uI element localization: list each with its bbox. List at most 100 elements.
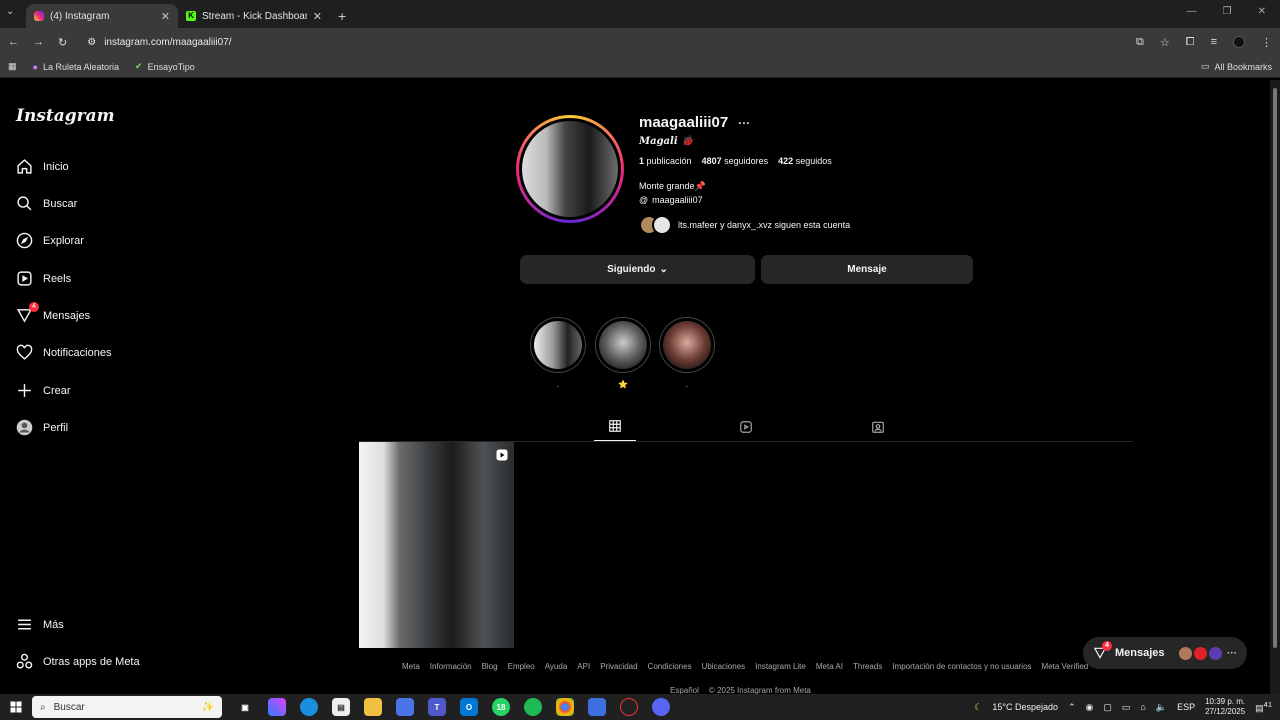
chrome-icon[interactable] xyxy=(556,698,574,716)
sidebar-item-inicio[interactable]: Inicio xyxy=(16,158,69,175)
footer-link[interactable]: API xyxy=(577,662,590,671)
volume-icon[interactable]: 🔈 xyxy=(1156,702,1167,713)
highlight-item[interactable] xyxy=(530,317,586,373)
notifications-icon[interactable]: ▤41 xyxy=(1255,700,1272,714)
followers-count[interactable]: 4807 seguidores xyxy=(702,156,769,166)
maximize-icon[interactable]: ❐ xyxy=(1223,6,1232,17)
close-window-icon[interactable]: ✕ xyxy=(1258,6,1266,17)
footer-link[interactable]: Meta Verified xyxy=(1042,662,1089,671)
media-controls-icon[interactable]: ≡ xyxy=(1211,36,1217,48)
footer-link[interactable]: Empleo xyxy=(508,662,535,671)
sidebar-item-reels[interactable]: Reels xyxy=(16,270,71,287)
whatsapp-icon[interactable]: 18 xyxy=(492,698,510,716)
avatar xyxy=(1179,646,1192,660)
weather-text[interactable]: 15°C Despejado xyxy=(992,702,1058,712)
footer-link[interactable]: Información xyxy=(430,662,472,671)
sidebar-item-mensajes[interactable]: 4 Mensajes xyxy=(16,302,90,324)
browser-menu-icon[interactable]: ⋮ xyxy=(1261,36,1272,49)
tab-tagged[interactable] xyxy=(857,417,899,441)
obs-icon[interactable] xyxy=(620,698,638,716)
sidebar-item-crear[interactable]: Crear xyxy=(16,382,71,399)
footer-link[interactable]: Instagram Lite xyxy=(755,662,806,671)
teams-icon[interactable]: T xyxy=(428,698,446,716)
footer-link[interactable]: Threads xyxy=(853,662,882,671)
footer-link[interactable]: Ubicaciones xyxy=(702,662,746,671)
apps-grid-icon[interactable]: ▦ xyxy=(8,61,17,72)
footer-link[interactable]: Condiciones xyxy=(648,662,692,671)
instagram-logo[interactable]: Instagram xyxy=(16,106,115,126)
edge-icon[interactable] xyxy=(300,698,318,716)
page-scrollbar[interactable] xyxy=(1270,80,1280,694)
sidebar-item-mas[interactable]: Más xyxy=(16,616,64,633)
store-icon[interactable]: ▤ xyxy=(332,698,350,716)
battery-icon[interactable]: ▭ xyxy=(1122,702,1131,713)
tab-instagram[interactable]: (4) Instagram ✕ xyxy=(26,4,178,28)
scrollbar-thumb[interactable] xyxy=(1273,88,1277,648)
tab-posts[interactable] xyxy=(594,417,636,441)
close-tab-icon[interactable]: ✕ xyxy=(161,10,170,23)
tab-reels[interactable] xyxy=(725,417,767,441)
install-app-icon[interactable]: ⧉ xyxy=(1136,36,1144,49)
following-button[interactable]: Siguiendo ⌄ xyxy=(520,255,755,284)
bookmark-ensayo[interactable]: ✔ EnsayoTipo xyxy=(135,61,195,72)
footer-link[interactable]: Importación de contactos y no usuarios xyxy=(892,662,1031,671)
post-thumbnail[interactable] xyxy=(359,442,514,648)
profile-picture[interactable] xyxy=(516,115,624,223)
clock[interactable]: 10:39 p. m. 27/12/2025 xyxy=(1205,697,1245,717)
tab-title: Stream - Kick Dashboard xyxy=(202,10,307,22)
sidebar-item-label: Reels xyxy=(43,272,72,285)
sidebar-item-label: Crear xyxy=(43,384,71,397)
start-button[interactable] xyxy=(0,701,32,713)
wifi-icon[interactable]: ⌂ xyxy=(1140,702,1145,712)
footer-link[interactable]: Ayuda xyxy=(545,662,568,671)
reload-icon[interactable]: ↻ xyxy=(58,36,67,49)
task-view-icon[interactable]: ▣ xyxy=(236,698,254,716)
forward-icon[interactable]: → xyxy=(33,36,44,48)
followed-by[interactable]: lts.mafeer y danyx_.xvz siguen esta cuen… xyxy=(639,215,850,235)
spotify-icon[interactable] xyxy=(524,698,542,716)
url-field[interactable]: ⚙ instagram.com/maagaaliii07/ xyxy=(87,37,1122,48)
highlight-item[interactable] xyxy=(659,317,715,373)
extensions-icon[interactable]: ⧠ xyxy=(1186,36,1195,49)
more-options-icon[interactable]: ··· xyxy=(738,116,750,130)
following-count[interactable]: 422 seguidos xyxy=(778,156,832,166)
messages-pill[interactable]: 4 Mensajes ··· xyxy=(1083,637,1247,669)
security-icon[interactable] xyxy=(396,698,414,716)
profile-avatar-icon[interactable] xyxy=(1233,36,1245,48)
sidebar-item-notificaciones[interactable]: Notificaciones xyxy=(16,344,111,361)
bookmark-star-icon[interactable]: ☆ xyxy=(1160,36,1170,49)
outlook-icon[interactable]: O xyxy=(460,698,478,716)
minimize-icon[interactable]: — xyxy=(1187,6,1197,17)
bookmark-ruleta[interactable]: ● La Ruleta Aleatoria xyxy=(33,62,120,72)
sidebar-item-otras-apps[interactable]: Otras apps de Meta xyxy=(16,653,140,670)
discord-icon[interactable] xyxy=(652,698,670,716)
tab-kick[interactable]: K Stream - Kick Dashboard ✕ xyxy=(178,4,330,28)
taskbar-search[interactable]: ⌕ Buscar ✨ xyxy=(32,696,222,718)
new-tab-icon[interactable]: + xyxy=(330,4,354,28)
highlight-item[interactable] xyxy=(595,317,651,373)
footer-link[interactable]: Blog xyxy=(482,662,498,671)
chevron-up-icon[interactable]: ⌃ xyxy=(1068,702,1076,713)
message-button[interactable]: Mensaje xyxy=(761,255,973,284)
back-icon[interactable]: ← xyxy=(8,36,19,48)
clock-time: 10:39 p. m. xyxy=(1205,697,1246,706)
copilot-icon[interactable] xyxy=(268,698,286,716)
sidebar-item-perfil[interactable]: Perfil xyxy=(16,419,68,436)
footer-link[interactable]: Meta AI xyxy=(816,662,843,671)
file-explorer-icon[interactable] xyxy=(364,698,382,716)
tray-app-icon[interactable]: ▢ xyxy=(1103,702,1112,713)
site-info-icon[interactable]: ⚙ xyxy=(87,37,96,48)
language-indicator[interactable]: ESP xyxy=(1177,702,1195,712)
threads-link[interactable]: @ maagaaliii07 xyxy=(639,195,703,205)
app-icon[interactable] xyxy=(588,698,606,716)
sidebar-item-explorar[interactable]: Explorar xyxy=(16,232,84,249)
tab-search-icon[interactable]: ⌄ xyxy=(6,6,14,17)
footer-link[interactable]: Privacidad xyxy=(600,662,637,671)
footer-link[interactable]: Meta xyxy=(402,662,420,671)
language-selector[interactable]: Español xyxy=(670,686,699,694)
close-tab-icon[interactable]: ✕ xyxy=(313,10,322,23)
all-bookmarks[interactable]: ▭ All Bookmarks xyxy=(1201,61,1272,72)
posts-count: 1 publicación xyxy=(639,156,692,166)
tray-app-icon[interactable]: ◉ xyxy=(1086,702,1094,713)
sidebar-item-buscar[interactable]: Buscar xyxy=(16,195,77,212)
